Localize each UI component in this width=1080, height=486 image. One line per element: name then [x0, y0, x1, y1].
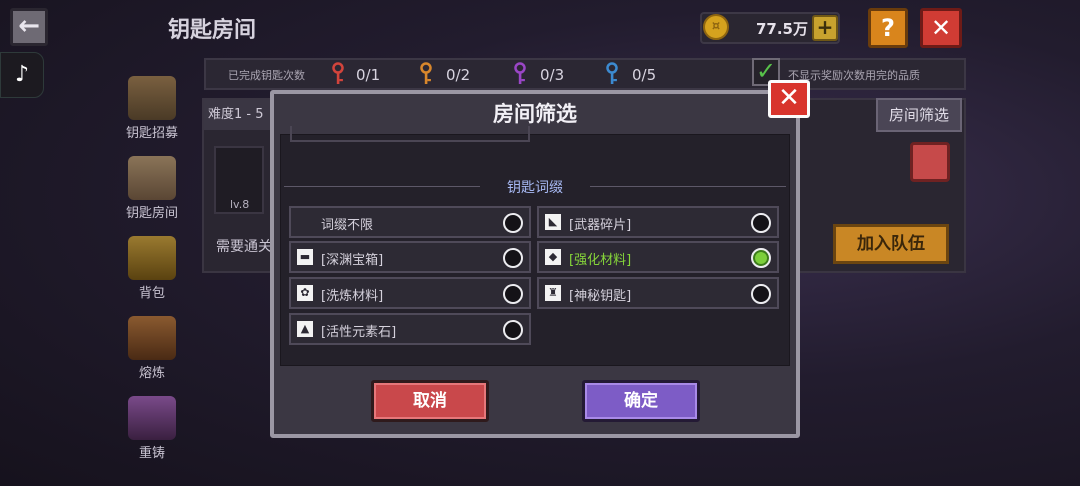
room-filter-button[interactable]: 房间筛选 [876, 98, 962, 132]
confirm-button[interactable]: 确定 [582, 380, 700, 422]
option-any-affix[interactable]: 词缀不限 [289, 206, 531, 238]
crystal-icon: ▲ [297, 321, 313, 337]
nav-backpack[interactable]: 背包 [112, 236, 192, 301]
section-title: 钥匙词缀 [507, 180, 563, 196]
nav-label: 钥匙招募 [125, 126, 178, 141]
option-enhance-material[interactable]: ◆ [强化材料] [537, 241, 779, 273]
option-abyss-chest[interactable]: ▬ [深渊宝箱] [289, 241, 531, 273]
red-key-icon [330, 62, 346, 92]
red-key-count: 0/1 [356, 66, 381, 84]
dialog-title: 房间筛选 [493, 102, 577, 126]
nav-key-recruit[interactable]: 钥匙招募 [112, 76, 192, 141]
blue-key-icon [604, 62, 620, 92]
option-weapon-shards[interactable]: ◣ [武器碎片] [537, 206, 779, 238]
reforge-icon [128, 396, 176, 440]
nav-label: 重铸 [138, 446, 165, 461]
section-divider [284, 186, 480, 187]
radio-button[interactable] [503, 248, 523, 268]
join-team-button[interactable]: 加入队伍 [833, 224, 949, 264]
option-label: [神秘钥匙] [569, 289, 632, 304]
page-title: 钥匙房间 [168, 18, 257, 43]
requirement-text: 需要通关 [216, 239, 272, 255]
option-label: [强化材料] [569, 253, 632, 268]
option-mystery-key[interactable]: ♜ [神秘钥匙] [537, 277, 779, 309]
dialog-close-button[interactable]: ✕ [768, 80, 810, 118]
gear-icon: ✿ [297, 285, 313, 301]
scrolled-option-row [290, 126, 530, 142]
option-element-stone[interactable]: ▲ [活性元素石] [289, 313, 531, 345]
orange-key-count: 0/2 [446, 66, 471, 84]
cancel-button[interactable]: 取消 [371, 380, 489, 422]
completed-keys-label: 已完成钥匙次数 [228, 69, 305, 82]
radio-button[interactable] [503, 213, 523, 233]
nav-label: 背包 [138, 286, 165, 301]
nav-key-room[interactable]: 钥匙房间 [112, 156, 192, 221]
option-label: [洗炼材料] [321, 289, 384, 304]
backpack-icon [128, 236, 176, 280]
close-icon: ✕ [778, 83, 800, 113]
nav-label: 熔炼 [138, 366, 165, 381]
close-page-button[interactable]: ✕ [920, 8, 962, 48]
purple-key-count: 0/3 [540, 66, 565, 84]
purple-key-icon [512, 62, 528, 92]
radio-button[interactable] [751, 284, 771, 304]
orange-key-icon [418, 62, 434, 92]
option-label: [武器碎片] [569, 218, 632, 233]
add-coins-button[interactable]: + [812, 15, 838, 41]
scroll-icon [128, 156, 176, 200]
tiktok-icon: ♪ [14, 62, 30, 87]
chest-icon: ▬ [297, 249, 313, 265]
option-label: [深渊宝箱] [321, 253, 384, 268]
item-level: lv.8 [230, 198, 250, 211]
back-arrow-icon: ← [18, 11, 40, 41]
plus-icon: + [816, 15, 834, 39]
radio-button[interactable] [503, 320, 523, 340]
blue-key-count: 0/5 [632, 66, 657, 84]
gem-icon: ◆ [545, 249, 561, 265]
castle-icon [128, 76, 176, 120]
section-divider [590, 186, 786, 187]
coin-icon: ¤ [703, 14, 729, 40]
nav-label: 钥匙房间 [125, 206, 178, 221]
nav-reforge[interactable]: 重铸 [112, 396, 192, 461]
back-button[interactable]: ← [10, 8, 48, 46]
help-button[interactable]: ? [868, 8, 908, 48]
tiktok-float-button[interactable]: ♪ [0, 52, 44, 98]
radio-button-selected[interactable] [751, 248, 771, 268]
option-refine-material[interactable]: ✿ [洗炼材料] [289, 277, 531, 309]
radio-button[interactable] [751, 213, 771, 233]
furnace-icon [128, 316, 176, 360]
question-icon: ? [881, 14, 895, 42]
nav-smelt[interactable]: 熔炼 [112, 316, 192, 381]
treasure-chest-icon [910, 142, 950, 182]
radio-button[interactable] [503, 284, 523, 304]
difficulty-label: 难度1 - 5 [204, 100, 274, 130]
option-label: 词缀不限 [321, 218, 374, 233]
coin-value: 77.5万 [755, 20, 808, 38]
key-icon: ♜ [545, 285, 561, 301]
option-label: [活性元素石] [321, 325, 397, 340]
close-icon: ✕ [930, 14, 952, 42]
weapon-shard-icon: ◣ [545, 214, 561, 230]
